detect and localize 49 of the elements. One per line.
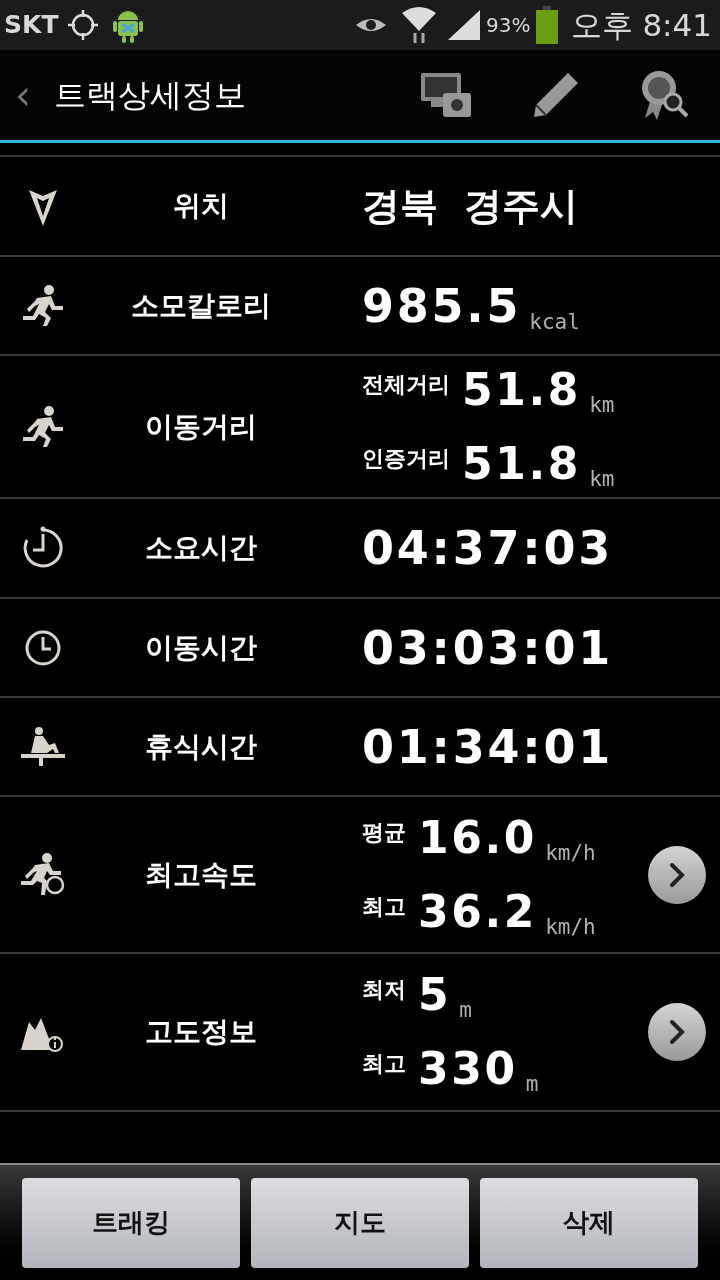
chevron-right-icon bbox=[667, 861, 687, 888]
row-label: 휴식시간 bbox=[144, 728, 258, 765]
row-label: 이동시간 bbox=[144, 629, 258, 666]
action-button[interactable]: 지도 bbox=[251, 1177, 469, 1268]
detail-button[interactable] bbox=[648, 845, 706, 904]
row-label: 소모칼로리 bbox=[130, 287, 272, 324]
value-text: 5 bbox=[418, 973, 452, 1017]
wifi-icon bbox=[400, 5, 439, 45]
battery-icon bbox=[534, 6, 559, 44]
row-label: 고도정보 bbox=[144, 1014, 258, 1050]
clock-text: 오후 8:41 bbox=[570, 5, 712, 45]
chevron-right-icon bbox=[667, 1019, 687, 1045]
back-button[interactable]: ‹ bbox=[8, 65, 38, 125]
unit-text: m bbox=[525, 1074, 539, 1095]
carrier-text: SKT bbox=[4, 9, 59, 42]
row-label: 소요시간 bbox=[144, 530, 258, 566]
monitor-camera-icon bbox=[419, 71, 473, 119]
value-text: 16.0 bbox=[418, 815, 538, 860]
sub-label: 전체거리 bbox=[362, 370, 450, 399]
value-text: 985.5 bbox=[362, 282, 522, 329]
value-text: 36.2 bbox=[418, 889, 538, 934]
action-button[interactable]: 삭제 bbox=[480, 1177, 698, 1268]
unit-text: km/h bbox=[545, 842, 596, 864]
value-text: 51.8 bbox=[462, 367, 582, 412]
detail-button[interactable] bbox=[648, 1003, 706, 1061]
sub-label: 인증거리 bbox=[362, 444, 450, 473]
unit-text: km/h bbox=[545, 916, 596, 938]
value-text: 04:37:03 bbox=[362, 525, 613, 571]
row-label: 최고속도 bbox=[144, 856, 258, 893]
unit-text: km bbox=[589, 468, 615, 490]
sub-label: 최고 bbox=[362, 1050, 406, 1078]
sub-label: 최고 bbox=[362, 892, 406, 921]
screen-title: 트랙상세정보 bbox=[54, 75, 246, 116]
unit-text: km bbox=[589, 394, 615, 416]
battery-percent-text: 93% bbox=[486, 12, 531, 39]
row-label: 이동거리 bbox=[144, 408, 258, 445]
value-text: 01:34:01 bbox=[362, 723, 613, 770]
sub-label: 평균 bbox=[362, 818, 406, 847]
row-label: 위치 bbox=[172, 188, 230, 224]
value-text: 03:03:01 bbox=[362, 624, 613, 671]
sub-label: 최저 bbox=[362, 976, 406, 1004]
unit-text: m bbox=[459, 1000, 472, 1021]
unit-text: kcal bbox=[529, 311, 580, 333]
value-text: 330 bbox=[418, 1047, 518, 1091]
crosshair-icon bbox=[66, 8, 101, 42]
value-text: 경북 경주시 bbox=[362, 183, 579, 228]
signal-icon bbox=[446, 8, 483, 42]
action-button[interactable]: 트래킹 bbox=[22, 1177, 240, 1268]
value-text: 51.8 bbox=[462, 441, 582, 486]
